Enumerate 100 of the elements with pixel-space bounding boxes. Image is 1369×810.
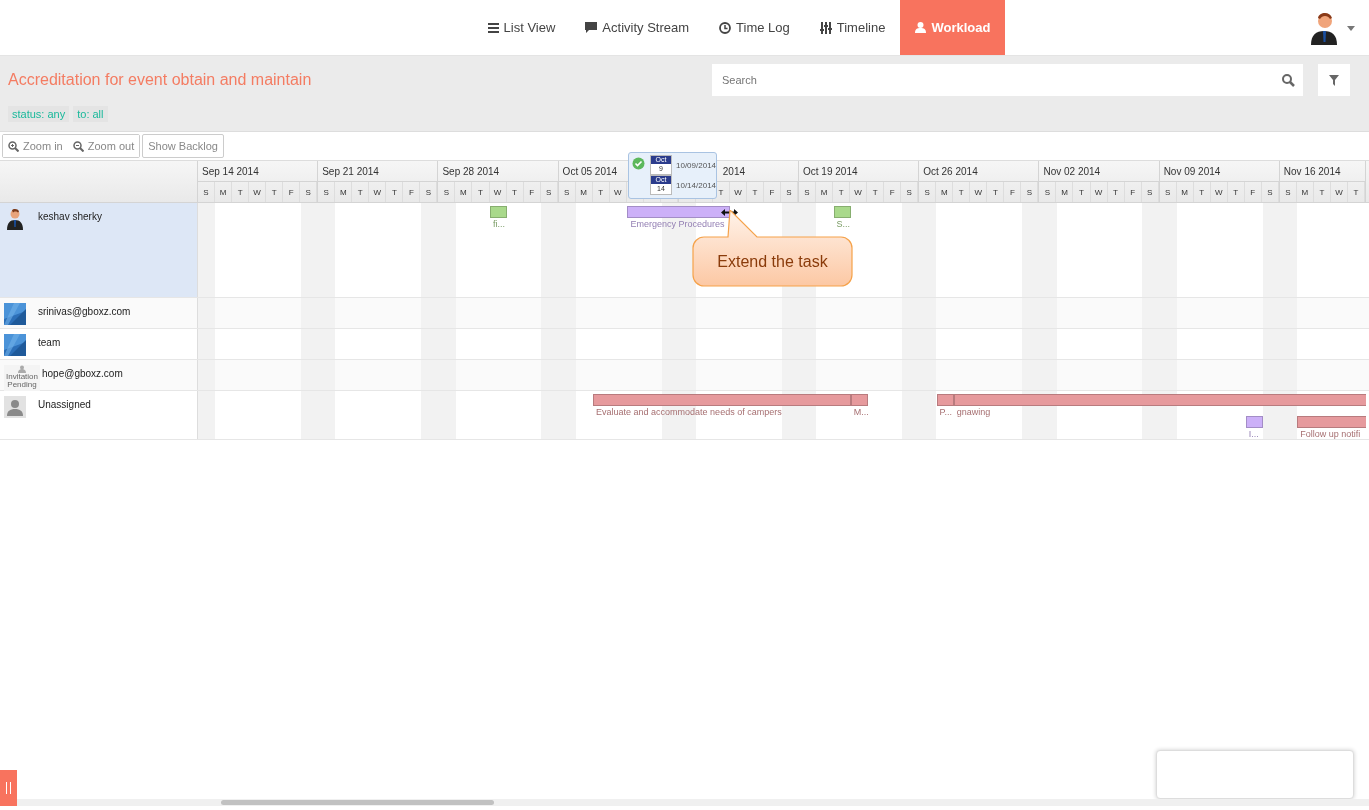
- day-label: M: [339, 187, 347, 197]
- day-label: F: [1250, 187, 1256, 197]
- day-label: T: [1199, 187, 1205, 197]
- date-text: 10/09/2014: [676, 160, 717, 170]
- week-label: Oct 26 2014: [923, 165, 978, 177]
- day-label: M: [820, 187, 828, 197]
- profile-avatar[interactable]: [1311, 11, 1337, 45]
- person-name: keshav sherky: [38, 211, 102, 222]
- invitation-avatar: Invitation Pending: [4, 365, 40, 391]
- day-label: S: [305, 187, 311, 197]
- day-label: W: [1335, 187, 1343, 197]
- day-label: S: [563, 187, 570, 197]
- sliders-icon: [819, 21, 832, 34]
- user-icon: [915, 22, 927, 33]
- task-bar[interactable]: [490, 206, 508, 218]
- nav-tab[interactable]: Time Log: [704, 0, 805, 55]
- task-bar[interactable]: [936, 394, 954, 406]
- day-label: F: [529, 187, 534, 197]
- person-row[interactable]: Unassigned: [0, 391, 198, 439]
- nav-tab[interactable]: Activity Stream: [570, 0, 705, 55]
- task-label: Emergency Procedures: [630, 219, 725, 229]
- day-label: W: [493, 187, 502, 197]
- day-label: T: [1113, 187, 1118, 197]
- day-label: T: [512, 187, 517, 197]
- task-bar[interactable]: [953, 394, 1366, 406]
- day-label: T: [271, 187, 277, 197]
- task-label: Follow up notifi: [1300, 429, 1361, 439]
- clock-icon: [719, 21, 732, 34]
- day-label: M: [1061, 187, 1068, 197]
- week-label: Oct 05 2014: [562, 165, 618, 177]
- panel-toggle-button[interactable]: [0, 770, 17, 806]
- week-label: Nov 09 2014: [1163, 165, 1221, 177]
- week-label: Oct 19 2014: [803, 165, 858, 177]
- date-text: 10/14/2014: [676, 180, 717, 190]
- task-bar[interactable]: [833, 206, 851, 218]
- show-backlog-button[interactable]: Show Backlog: [142, 134, 224, 158]
- day-label: T: [1319, 187, 1325, 197]
- day-label: F: [1130, 187, 1136, 197]
- week-label: 2014: [722, 165, 746, 177]
- task-label: S...: [836, 219, 851, 229]
- day-label: M: [219, 187, 227, 197]
- person-name: hope@gboxz.com: [42, 368, 123, 379]
- person-name: srinivas@gboxz.com: [38, 306, 131, 317]
- day-label: S: [1044, 187, 1051, 197]
- person-row[interactable]: srinivas@gboxz.com: [0, 298, 198, 328]
- week-label: Sep 21 2014: [322, 165, 379, 177]
- day-label: T: [1079, 187, 1084, 197]
- week-label: Nov 02 2014: [1043, 165, 1101, 177]
- day-label: T: [992, 187, 998, 197]
- day-label: W: [854, 187, 862, 197]
- nav-tab[interactable]: Timeline: [804, 0, 901, 55]
- project-title: Accreditation for event obtain and maintain: [8, 71, 313, 89]
- week-label: Nov 16 2014: [1283, 165, 1341, 177]
- day-label: F: [889, 187, 895, 197]
- avatar-figure: [4, 208, 26, 230]
- day-label: S: [804, 187, 810, 197]
- day-label: W: [613, 187, 622, 197]
- day-label: T: [752, 187, 758, 197]
- day-label: S: [323, 187, 329, 197]
- week-label: Sep 28 2014: [442, 165, 500, 177]
- day-label: T: [838, 187, 844, 197]
- day-label: T: [1233, 187, 1239, 197]
- caret-icon[interactable]: [1347, 25, 1355, 31]
- day-label: M: [1301, 187, 1309, 197]
- task-label: Evaluate and accommodate needs of campers: [596, 407, 782, 417]
- day-label: S: [906, 187, 912, 197]
- day-label: S: [1267, 187, 1273, 197]
- day-label: W: [1214, 187, 1223, 197]
- avatar-silhouette: [4, 396, 26, 418]
- filter-button[interactable]: [1318, 64, 1350, 96]
- person-row[interactable]: Invitation Pending hope@gboxz.com: [0, 360, 198, 390]
- day-label: S: [1146, 187, 1153, 197]
- comment-icon: [585, 22, 598, 33]
- day-label: F: [1009, 187, 1015, 197]
- day-label: S: [443, 187, 450, 197]
- day-label: T: [598, 187, 604, 197]
- person-row[interactable]: keshav sherky: [0, 203, 198, 297]
- zoom-out-icon: [72, 140, 84, 152]
- person-name: Unassigned: [38, 399, 91, 410]
- callout-text: Extend the task: [717, 252, 828, 271]
- day-label: M: [1181, 187, 1188, 197]
- task-bar[interactable]: [593, 394, 851, 406]
- list-icon: [487, 22, 499, 33]
- search-icon[interactable]: [1282, 73, 1295, 87]
- zoom-in-icon: [8, 140, 19, 152]
- day-label: S: [203, 187, 209, 197]
- day-label: T: [872, 187, 878, 197]
- task-bar[interactable]: [627, 206, 731, 218]
- day-label: S: [1026, 187, 1033, 197]
- day-label: F: [408, 187, 414, 197]
- horizontal-scrollbar[interactable]: [17, 799, 1369, 806]
- day-label: T: [237, 187, 243, 197]
- task-label: I...: [1248, 429, 1259, 439]
- day-label: S: [924, 187, 930, 197]
- task-bar[interactable]: [1245, 416, 1263, 428]
- day-label: W: [1094, 187, 1103, 197]
- day-label: T: [391, 187, 397, 197]
- person-row[interactable]: team: [0, 329, 198, 359]
- nav-tab[interactable]: List View: [472, 0, 571, 55]
- day-label: T: [1353, 187, 1359, 197]
